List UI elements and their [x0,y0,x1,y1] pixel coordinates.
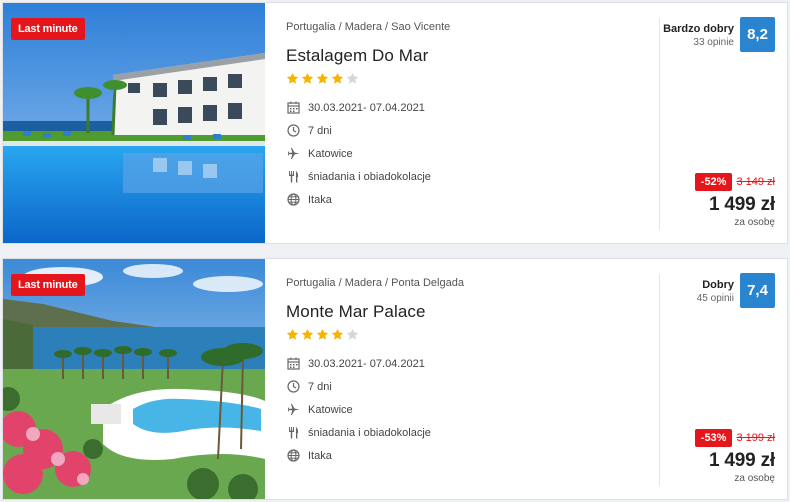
dates-row: 30.03.2021- 07.04.2021 [286,352,646,375]
hotel-photo[interactable]: Last minute [3,259,265,499]
offer-info: Portugalia / Madera / Ponta Delgada Mont… [286,277,646,467]
duration-row: 7 dni [286,375,646,398]
offer-details: 30.03.2021- 07.04.2021 7 dni Katowice śn… [286,96,646,211]
star-empty-icon [346,328,359,340]
review-rating[interactable]: Bardzo dobry 33 opinie 8,2 [663,17,775,52]
globe-icon [286,193,300,207]
dates-row: 30.03.2021- 07.04.2021 [286,96,646,119]
departure-text: Katowice [308,147,353,160]
hotel-name[interactable]: Estalagem Do Mar [286,46,646,66]
divider [659,274,660,486]
price-note: za osobę [734,473,775,484]
old-price: 3 149 zł [736,176,775,188]
operator-row: Itaka [286,444,646,467]
board-row: śniadania i obiadokolacje [286,165,646,188]
offer-card[interactable]: Last minute Portugalia / Madera / Ponta … [2,258,788,500]
review-rating[interactable]: Dobry 45 opinii 7,4 [697,273,775,308]
cutlery-icon [286,170,300,184]
star-filled-icon [286,72,299,84]
operator-row: Itaka [286,188,646,211]
price-box[interactable]: -53% 3 199 zł 1 499 zł za osobę [694,429,775,484]
offer-info: Portugalia / Madera / Sao Vicente Estala… [286,21,646,211]
current-price: 1 499 zł [708,450,775,471]
price-box[interactable]: -52% 3 149 zł 1 499 zł za osobę [694,173,775,228]
star-filled-icon [316,328,329,340]
price-note: za osobę [734,217,775,228]
departure-text: Katowice [308,403,353,416]
current-price: 1 499 zł [708,194,775,215]
location-breadcrumb[interactable]: Portugalia / Madera / Sao Vicente [286,21,646,33]
star-filled-icon [331,328,344,340]
plane-icon [286,147,300,161]
hotel-photo[interactable]: Last minute [3,3,265,243]
clock-icon [286,380,300,394]
last-minute-badge: Last minute [11,18,85,40]
board-row: śniadania i obiadokolacje [286,421,646,444]
globe-icon [286,449,300,463]
operator-text: Itaka [308,449,332,462]
offer-card[interactable]: Last minute Portugalia / Madera / Sao Vi… [2,2,788,244]
rating-label: Dobry [702,279,734,291]
divider [659,18,660,230]
offer-details: 30.03.2021- 07.04.2021 7 dni Katowice śn… [286,352,646,467]
star-filled-icon [331,72,344,84]
duration-text: 7 dni [308,380,332,393]
board-text: śniadania i obiadokolacje [308,170,431,183]
star-filled-icon [301,328,314,340]
cutlery-icon [286,426,300,440]
location-breadcrumb[interactable]: Portugalia / Madera / Ponta Delgada [286,277,646,289]
hotel-name[interactable]: Monte Mar Palace [286,302,646,322]
duration-row: 7 dni [286,119,646,142]
plane-icon [286,403,300,417]
discount-badge: -53% [694,429,733,447]
review-count: 45 opinii [696,293,734,304]
offer-list: Last minute Portugalia / Madera / Sao Vi… [0,0,790,502]
duration-text: 7 dni [308,124,332,137]
star-rating [286,328,646,344]
last-minute-badge: Last minute [11,274,85,296]
rating-score: 7,4 [740,273,775,308]
review-count: 33 opinie [693,37,734,48]
star-rating [286,72,646,88]
calendar-icon [286,101,300,115]
old-price: 3 199 zł [736,432,775,444]
discount-badge: -52% [694,173,733,191]
clock-icon [286,124,300,138]
rating-score: 8,2 [740,17,775,52]
operator-text: Itaka [308,193,332,206]
board-text: śniadania i obiadokolacje [308,426,431,439]
star-filled-icon [286,328,299,340]
star-filled-icon [316,72,329,84]
star-empty-icon [346,72,359,84]
rating-label: Bardzo dobry [663,23,734,35]
dates-text: 30.03.2021- 07.04.2021 [308,357,425,370]
calendar-icon [286,357,300,371]
departure-row: Katowice [286,398,646,421]
star-filled-icon [301,72,314,84]
departure-row: Katowice [286,142,646,165]
dates-text: 30.03.2021- 07.04.2021 [308,101,425,114]
